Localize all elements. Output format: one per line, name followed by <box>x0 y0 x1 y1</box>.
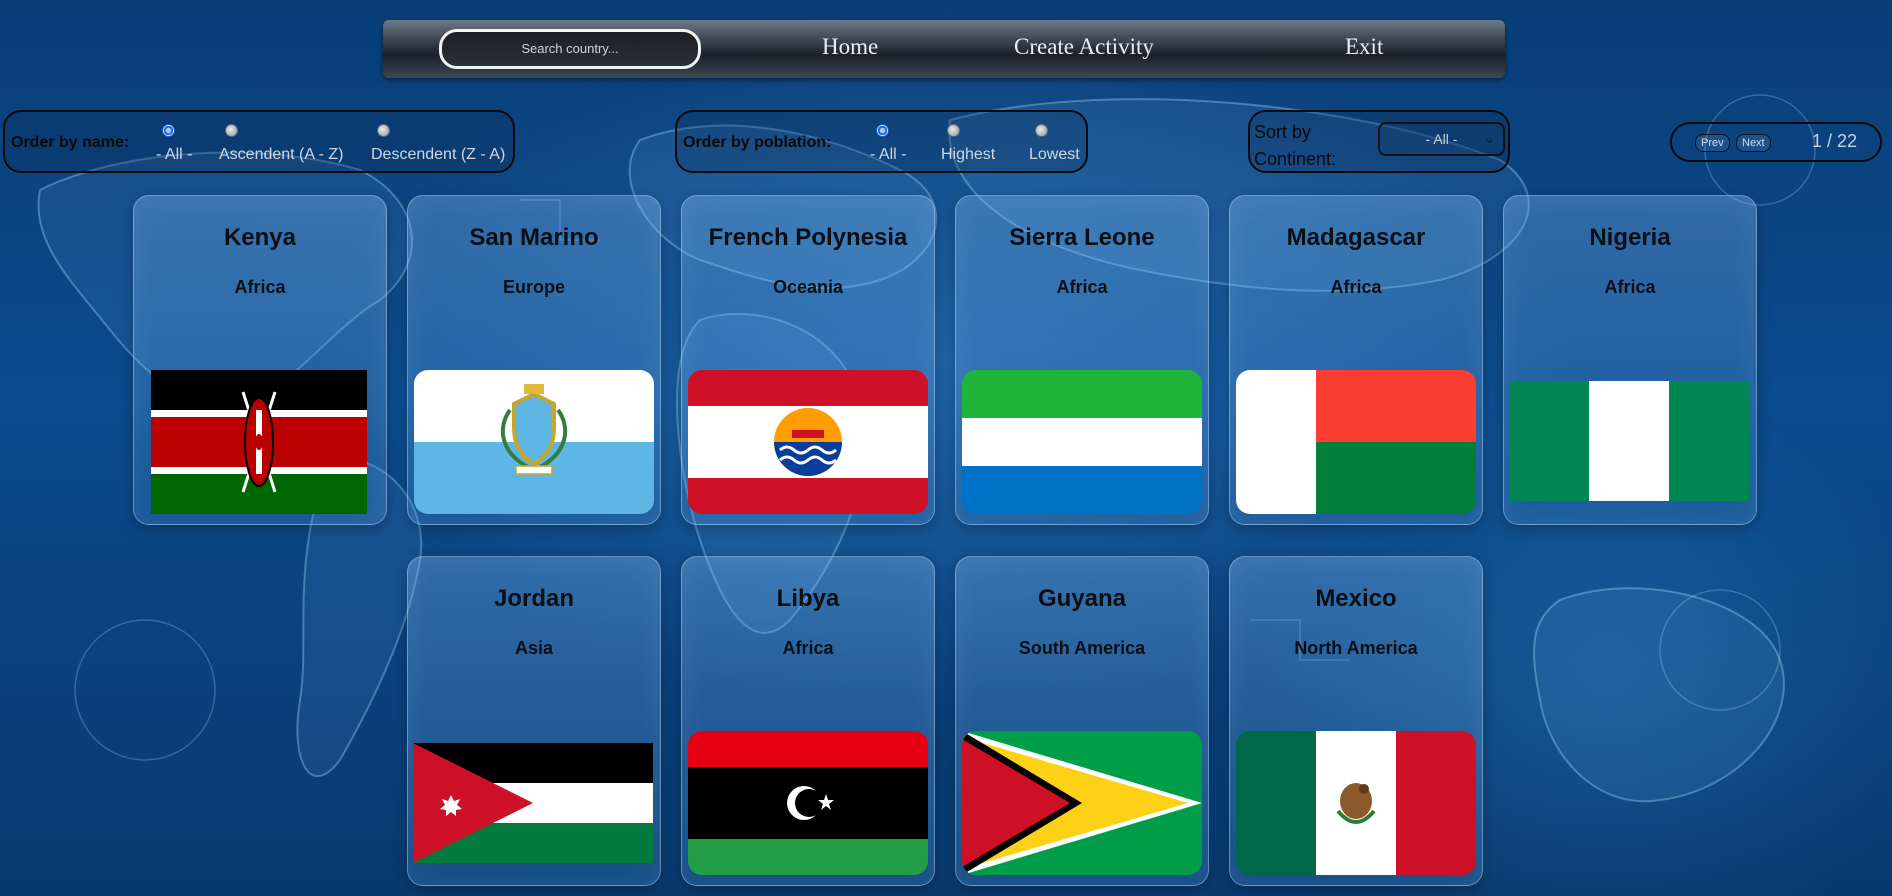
next-button[interactable]: Next <box>1736 134 1771 152</box>
prev-button[interactable]: Prev <box>1695 134 1730 152</box>
country-continent: Africa <box>1604 277 1656 297</box>
order-by-name-label: Order by name: <box>11 134 130 151</box>
country-name: Jordan <box>493 585 574 612</box>
top-navbar: Search country... Home Create Activity E… <box>383 20 1505 78</box>
population-option-lowest-label: Lowest <box>1029 146 1080 163</box>
country-card-kenya[interactable]: Kenya Africa <box>133 195 387 525</box>
country-card-sierra-leone[interactable]: Sierra Leone Africa <box>955 195 1209 525</box>
name-option-descendent-label: Descendent (Z - A) <box>371 146 506 163</box>
name-radio-ascendent[interactable] <box>225 124 238 137</box>
country-card-guyana[interactable]: Guyana South America <box>955 556 1209 886</box>
sort-by-label-line1: Sort by <box>1254 122 1312 142</box>
country-card-mexico[interactable]: Mexico North America <box>1229 556 1483 886</box>
population-option-all-label: - All - <box>870 146 907 163</box>
country-continent: Africa <box>234 277 286 297</box>
pagination: Prev Next 1 / 22 <box>1670 122 1882 162</box>
population-radio-highest[interactable] <box>947 124 960 137</box>
san-marino-flag <box>414 370 654 514</box>
country-continent: Oceania <box>772 277 844 297</box>
continent-select-value: - All - <box>1425 131 1458 147</box>
chevron-down-icon: ⌄ <box>1484 131 1495 146</box>
population-radio-lowest[interactable] <box>1035 124 1048 137</box>
nav-link-home[interactable]: Home <box>822 34 878 60</box>
country-name: Guyana <box>1037 585 1127 612</box>
order-by-name-panel: Order by name: - All - Ascendent (A - Z)… <box>3 110 515 173</box>
name-option-all-label: - All - <box>156 146 193 163</box>
madagascar-flag <box>1236 370 1476 514</box>
mexico-flag <box>1236 731 1476 875</box>
country-name: San Marino <box>469 224 599 251</box>
order-by-population-label: Order by poblation: <box>683 134 832 151</box>
jordan-flag <box>413 743 653 863</box>
page-indicator: 1 / 22 <box>1812 131 1858 151</box>
kenya-flag <box>151 370 367 514</box>
sort-by-continent-label: Sort by Continent: <box>1254 119 1336 173</box>
country-continent: Africa <box>782 638 834 658</box>
search-input[interactable]: Search country... <box>439 29 701 69</box>
country-continent: Europe <box>502 277 565 297</box>
country-continent: North America <box>1294 638 1418 658</box>
country-name: Mexico <box>1315 585 1397 612</box>
country-continent: Africa <box>1056 277 1108 297</box>
french-polynesia-flag <box>688 370 928 514</box>
continent-select[interactable]: - All - ⌄ <box>1378 122 1505 156</box>
country-continent: Africa <box>1330 277 1382 297</box>
libya-flag <box>688 731 928 875</box>
country-continent: South America <box>1018 638 1146 658</box>
population-option-highest-label: Highest <box>941 146 996 163</box>
country-card-san-marino[interactable]: San Marino Europe <box>407 195 661 525</box>
country-card-french-polynesia[interactable]: French Polynesia Oceania <box>681 195 935 525</box>
sierra-leone-flag <box>962 370 1202 514</box>
country-name: Nigeria <box>1589 224 1671 251</box>
country-card-nigeria[interactable]: Nigeria Africa <box>1503 195 1757 525</box>
name-radio-all[interactable] <box>162 124 175 137</box>
name-radio-descendent[interactable] <box>377 124 390 137</box>
name-option-ascendent-label: Ascendent (A - Z) <box>219 146 344 163</box>
country-name: Sierra Leone <box>1009 224 1155 251</box>
country-card-madagascar[interactable]: Madagascar Africa <box>1229 195 1483 525</box>
country-continent: Asia <box>514 638 554 658</box>
nav-link-create-activity[interactable]: Create Activity <box>1014 34 1154 60</box>
guyana-flag <box>962 731 1202 875</box>
order-by-population-panel: Order by poblation: - All - Highest Lowe… <box>675 110 1088 173</box>
country-name: Kenya <box>223 224 297 251</box>
nigeria-flag <box>1509 381 1749 501</box>
sort-by-continent-panel: Sort by Continent: - All - ⌄ <box>1248 110 1510 173</box>
country-name: Libya <box>776 585 840 612</box>
country-name: French Polynesia <box>708 224 908 251</box>
sort-by-label-line2: Continent: <box>1254 149 1337 169</box>
country-card-libya[interactable]: Libya Africa <box>681 556 935 886</box>
country-card-jordan[interactable]: Jordan Asia <box>407 556 661 886</box>
nav-link-exit[interactable]: Exit <box>1345 34 1383 60</box>
country-name: Madagascar <box>1286 224 1426 251</box>
population-radio-all[interactable] <box>876 124 889 137</box>
